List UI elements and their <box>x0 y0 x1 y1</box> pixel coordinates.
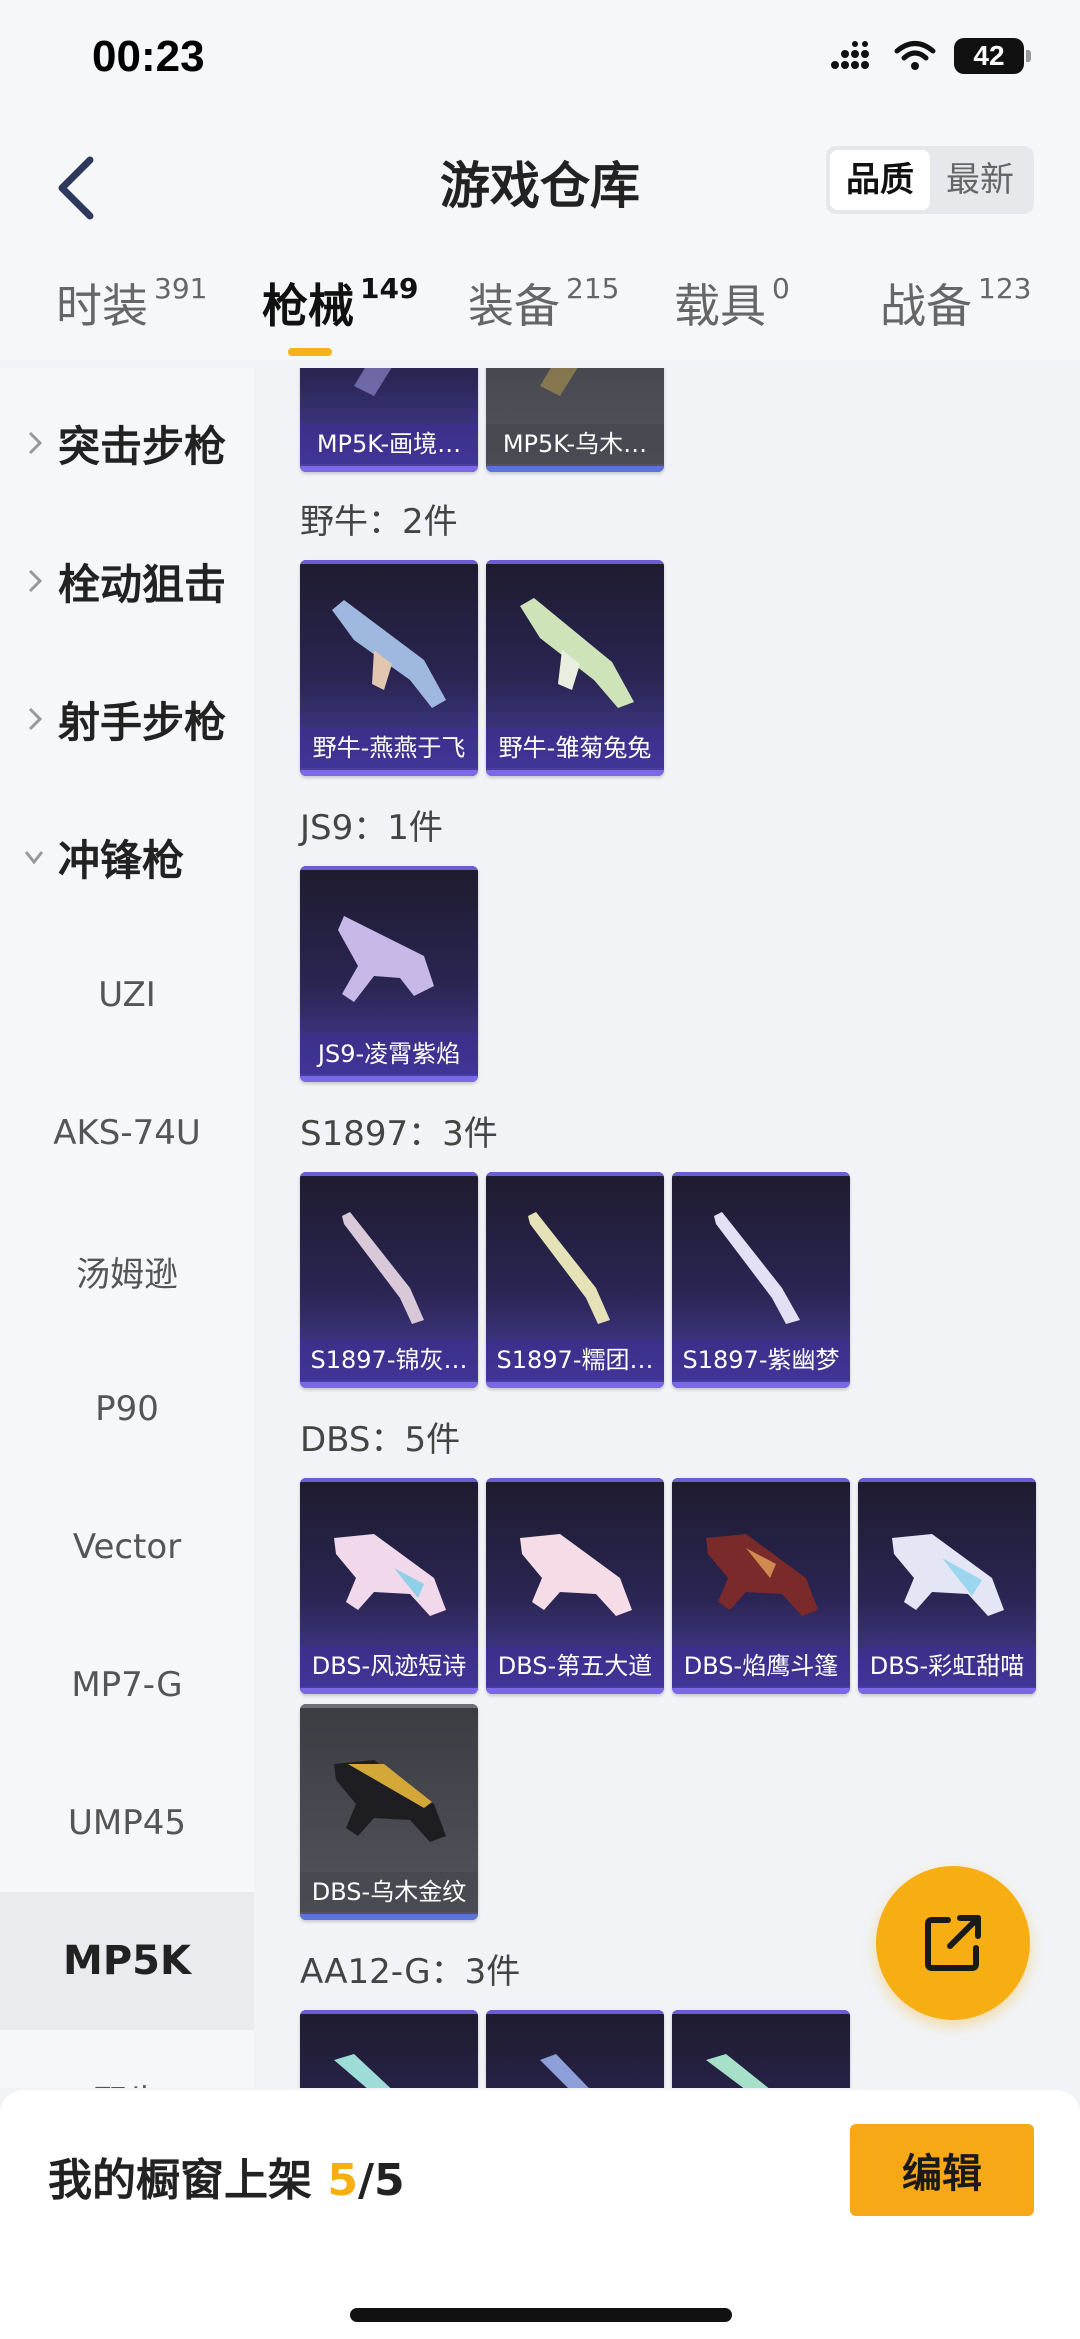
item-card[interactable]: DBS-乌木金纹 <box>300 1704 478 1920</box>
item-card[interactable]: MP5K-画境… <box>300 368 478 472</box>
item-name: S1897-锦灰… <box>300 1340 478 1380</box>
home-indicator <box>350 2308 732 2322</box>
item-name: S1897-紫幽梦 <box>672 1340 850 1380</box>
group-label: DBS：5件 <box>300 1420 461 1460</box>
item-name: 野牛-雏菊兔兔 <box>486 728 664 768</box>
chevron-down-icon <box>24 851 44 865</box>
weapon-image <box>540 2054 589 2088</box>
item-card[interactable]: DBS-彩虹甜喵 <box>858 1478 1036 1694</box>
external-link-icon <box>925 1915 981 1971</box>
tab-vehicles[interactable]: 载具 0 <box>674 270 790 336</box>
weapon-image <box>892 1534 1004 1616</box>
item-card[interactable] <box>672 2010 850 2088</box>
item-name: DBS-乌木金纹 <box>300 1872 478 1912</box>
status-bar: 00:23 42 <box>0 0 1080 120</box>
weapon-image <box>706 2054 769 2088</box>
item-card[interactable]: DBS-焰鹰斗篷 <box>672 1478 850 1694</box>
item-card[interactable]: S1897-锦灰… <box>300 1172 478 1388</box>
chevron-right-icon <box>28 569 43 593</box>
sidebar-item-bison[interactable]: 野牛 <box>0 2030 254 2089</box>
status-icons: 42 <box>830 38 1031 74</box>
wifi-icon <box>894 41 936 70</box>
signal-icon <box>831 41 869 69</box>
status-time: 00:23 <box>92 32 205 81</box>
weapon-image <box>520 598 634 708</box>
item-card[interactable]: DBS-风迹短诗 <box>300 1478 478 1694</box>
weapon-image <box>706 1534 818 1616</box>
item-name: 野牛-燕燕于飞 <box>300 728 478 768</box>
sidebar-item-vector[interactable]: Vector <box>0 1478 254 1616</box>
sidebar-item-thompson[interactable]: 汤姆逊 <box>0 1202 254 1340</box>
item-name: DBS-第五大道 <box>486 1646 664 1686</box>
item-card[interactable]: JS9-凌霄紫焰 <box>300 866 478 1082</box>
item-name: DBS-焰鹰斗篷 <box>672 1646 850 1686</box>
item-name: JS9-凌霄紫焰 <box>300 1034 478 1074</box>
tab-supplies[interactable]: 战备 123 <box>880 270 1031 336</box>
sort-toggle: 品质 最新 <box>826 146 1034 214</box>
tab-equipment[interactable]: 装备 215 <box>468 270 619 336</box>
tab-firearms[interactable]: 枪械 149 <box>262 270 418 336</box>
weapon-image <box>334 1534 446 1616</box>
sidebar: 突击步枪 栓动狙击 射手步枪 冲锋枪 UZI AKS-74U 汤姆逊 P90 V… <box>0 368 254 2088</box>
item-card[interactable]: S1897-糯团… <box>486 1172 664 1388</box>
item-name: DBS-风迹短诗 <box>300 1646 478 1686</box>
item-name: DBS-彩虹甜喵 <box>858 1646 1036 1686</box>
weapon-image <box>528 1212 610 1324</box>
tab-indicator <box>288 348 332 356</box>
sidebar-item-mp5k[interactable]: MP5K <box>0 1892 254 2030</box>
showcase-status: 我的橱窗上架 5/5 <box>48 2155 405 2206</box>
showcase-total: /5 <box>357 2155 405 2206</box>
group-label: JS9：1件 <box>300 808 443 848</box>
tab-fashion[interactable]: 时装 391 <box>56 270 207 336</box>
item-card[interactable]: DBS-第五大道 <box>486 1478 664 1694</box>
sidebar-category-smg[interactable]: 冲锋枪 <box>0 788 254 926</box>
weapon-image <box>520 1534 632 1616</box>
weapon-image <box>540 368 578 396</box>
item-card[interactable]: 野牛-燕燕于飞 <box>300 560 478 776</box>
weapon-image <box>334 1760 446 1842</box>
sidebar-item-aks74u[interactable]: AKS-74U <box>0 1064 254 1202</box>
item-card[interactable]: MP5K-乌木… <box>486 368 664 472</box>
category-tabs: 时装 391 枪械 149 装备 215 载具 0 战备 123 <box>0 270 1080 360</box>
item-card[interactable]: S1897-紫幽梦 <box>672 1172 850 1388</box>
weapon-image <box>354 368 392 396</box>
item-name: MP5K-乌木… <box>486 424 664 464</box>
group-label: S1897：3件 <box>300 1114 498 1154</box>
weapon-image <box>332 600 446 708</box>
group-label: 野牛：2件 <box>300 502 458 542</box>
header: 游戏仓库 品质 最新 时装 391 枪械 149 装备 215 载具 0 战备 123 <box>0 120 1080 360</box>
weapon-image <box>342 1212 424 1324</box>
battery-icon: 42 <box>954 38 1031 74</box>
group-label: AA12-G：3件 <box>300 1952 521 1992</box>
item-grid: MP5K-画境… MP5K-乌木… 野牛：2件 野牛-燕燕于飞 野牛-雏菊兔兔 … <box>254 368 1080 2088</box>
chevron-right-icon <box>28 707 43 731</box>
sort-quality-button[interactable]: 品质 <box>830 150 930 210</box>
item-card[interactable] <box>300 2010 478 2088</box>
item-name: S1897-糯团… <box>486 1340 664 1380</box>
weapon-image <box>338 916 434 1002</box>
sidebar-item-p90[interactable]: P90 <box>0 1340 254 1478</box>
bottom-bar: 我的橱窗上架 5/5 编辑 <box>0 2090 1080 2339</box>
share-button[interactable] <box>876 1866 1030 2020</box>
sidebar-category-bolt-sniper[interactable]: 栓动狙击 <box>0 512 254 650</box>
edit-button[interactable]: 编辑 <box>850 2124 1034 2216</box>
item-card[interactable] <box>486 2010 664 2088</box>
item-name: MP5K-画境… <box>300 424 478 464</box>
chevron-right-icon <box>28 431 43 455</box>
sidebar-item-uzi[interactable]: UZI <box>0 926 254 1064</box>
sidebar-item-ump45[interactable]: UMP45 <box>0 1754 254 1892</box>
showcase-count: 5 <box>327 2155 358 2206</box>
sort-newest-button[interactable]: 最新 <box>930 150 1030 210</box>
weapon-image <box>714 1212 800 1324</box>
sidebar-item-mp7g[interactable]: MP7-G <box>0 1616 254 1754</box>
sidebar-category-marksman-rifle[interactable]: 射手步枪 <box>0 650 254 788</box>
sidebar-category-assault-rifle[interactable]: 突击步枪 <box>0 374 254 512</box>
weapon-image <box>334 2054 391 2088</box>
item-card[interactable]: 野牛-雏菊兔兔 <box>486 560 664 776</box>
